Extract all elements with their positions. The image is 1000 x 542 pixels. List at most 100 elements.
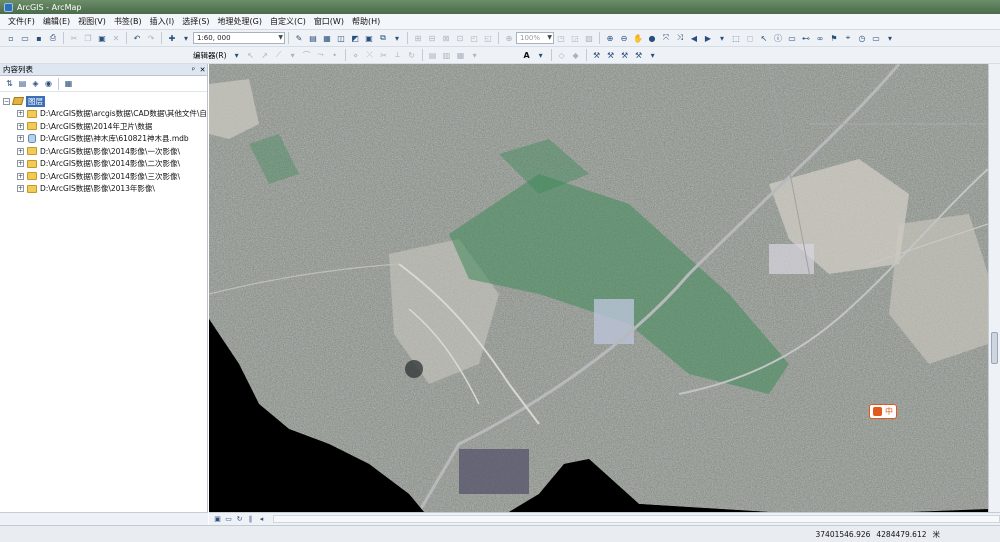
reshape-icon[interactable]: ⤫ — [364, 49, 376, 61]
zoom-in-icon[interactable]: ⊕ — [604, 32, 616, 44]
attributes-icon[interactable]: ▤ — [427, 49, 439, 61]
scrollbar-thumb[interactable] — [991, 332, 998, 364]
ime-indicator[interactable]: 中 — [869, 404, 897, 419]
layers-root-row[interactable]: − 图层 — [0, 95, 207, 108]
add-data-icon[interactable]: ✚ — [166, 32, 178, 44]
edit-tool-icon[interactable]: ↖ — [245, 49, 257, 61]
layers-root-label[interactable]: 图层 — [26, 95, 45, 107]
menu-geoprocessing[interactable]: 地理处理(G) — [214, 16, 266, 27]
data-view-icon[interactable]: ▣ — [213, 515, 222, 524]
table-of-contents-icon[interactable]: ▤ — [307, 32, 319, 44]
python-window-icon[interactable]: ▣ — [363, 32, 375, 44]
list-by-drawing-order-icon[interactable]: ⇅ — [4, 78, 15, 89]
refresh-icon[interactable]: ↻ — [235, 515, 244, 524]
menu-help[interactable]: 帮助(H) — [348, 16, 384, 27]
layer-label[interactable]: D:\ArcGIS数据\影像\2013年影像\ — [40, 183, 155, 194]
menu-customize[interactable]: 自定义(C) — [266, 16, 310, 27]
chevron-down-icon[interactable]: ▾ — [391, 32, 403, 44]
layout-tool-icon[interactable]: ⊠ — [440, 32, 452, 44]
go-to-xy-icon[interactable]: ⌖ — [842, 32, 854, 44]
layer-label[interactable]: D:\ArcGIS数据\2014年卫片\数据 — [40, 121, 152, 132]
undo-icon[interactable]: ↶ — [131, 32, 143, 44]
layout-tool-icon[interactable]: ▧ — [583, 32, 595, 44]
editor-menu[interactable]: 编辑器(R) — [190, 50, 230, 61]
expand-icon[interactable]: + — [17, 135, 24, 143]
draw-tool-icon[interactable]: ◇ — [556, 49, 568, 61]
chevron-down-icon[interactable]: ▾ — [884, 32, 896, 44]
map-scale-combo[interactable]: 1:60, 000 ▼ — [193, 32, 285, 44]
sketch-properties-icon[interactable]: ▥ — [441, 49, 453, 61]
straight-segment-icon[interactable]: ⟋ — [273, 49, 285, 61]
full-extent-globe-icon[interactable]: ● — [646, 32, 658, 44]
forward-arrow-icon[interactable]: ▶ — [702, 32, 714, 44]
end-point-arc-icon[interactable]: ⌒ — [301, 49, 313, 61]
html-popup-icon[interactable]: ▭ — [786, 32, 798, 44]
find-binoculars-icon[interactable]: ∞ — [814, 32, 826, 44]
layout-tool-icon[interactable]: ◲ — [569, 32, 581, 44]
map-horizontal-scrollbar[interactable] — [273, 515, 1000, 523]
back-arrow-icon[interactable]: ◀ — [688, 32, 700, 44]
list-by-visibility-icon[interactable]: ◈ — [30, 78, 41, 89]
chevron-down-icon[interactable]: ▾ — [535, 49, 547, 61]
new-document-icon[interactable]: ▫ — [5, 32, 17, 44]
chevron-down-icon[interactable]: ▾ — [716, 32, 728, 44]
zoom-out-icon[interactable]: ⊖ — [618, 32, 630, 44]
expand-icon[interactable]: + — [17, 110, 24, 118]
pan-hand-icon[interactable]: ✋ — [632, 32, 644, 44]
menu-bookmarks[interactable]: 书签(B) — [110, 16, 146, 27]
menu-insert[interactable]: 插入(I) — [146, 16, 179, 27]
layout-tool-icon[interactable]: ◰ — [468, 32, 480, 44]
collapse-icon[interactable]: − — [3, 97, 10, 105]
search-window-icon[interactable]: ◫ — [335, 32, 347, 44]
save-icon[interactable]: ▪ — [33, 32, 45, 44]
layout-tool-icon[interactable]: ⊡ — [454, 32, 466, 44]
identify-icon[interactable]: ⓘ — [772, 32, 784, 44]
hammer-tool-icon[interactable]: ⚒ — [605, 49, 617, 61]
menu-view[interactable]: 视图(V) — [74, 16, 110, 27]
editor-toolbar-icon[interactable]: ✎ — [293, 32, 305, 44]
expand-icon[interactable]: + — [17, 147, 24, 155]
create-viewer-window-icon[interactable]: ▭ — [870, 32, 882, 44]
layer-row[interactable]: + D:\ArcGIS数据\arcgis数据\CAD数据\其他文件\自 — [0, 108, 207, 121]
expand-icon[interactable]: + — [17, 185, 24, 193]
toolbox-icon[interactable]: ◩ — [349, 32, 361, 44]
expand-icon[interactable]: + — [17, 172, 24, 180]
hammer-tool-icon[interactable]: ⚒ — [633, 49, 645, 61]
layer-label[interactable]: D:\ArcGIS数据\arcgis数据\CAD数据\其他文件\自 — [40, 108, 207, 119]
trace-icon[interactable]: ⤳ — [315, 49, 327, 61]
measure-icon[interactable]: ⊷ — [800, 32, 812, 44]
print-icon[interactable]: ⎙ — [47, 32, 59, 44]
layer-label[interactable]: D:\ArcGIS数据\影像\2014影像\二次影像\ — [40, 158, 180, 169]
layer-row[interactable]: + D:\ArcGIS数据\影像\2014影像\一次影像\ — [0, 145, 207, 158]
catalog-icon[interactable]: ▦ — [321, 32, 333, 44]
layer-label[interactable]: D:\ArcGIS数据\神木库\610821神木县.mdb — [40, 133, 189, 144]
find-route-icon[interactable]: ⚑ — [828, 32, 840, 44]
map-display[interactable]: 中 — [209, 64, 988, 512]
menu-selection[interactable]: 选择(S) — [178, 16, 213, 27]
chevron-down-icon[interactable]: ▾ — [647, 49, 659, 61]
layer-row[interactable]: + D:\ArcGIS数据\神木库\610821神木县.mdb — [0, 133, 207, 146]
layer-row[interactable]: + D:\ArcGIS数据\影像\2014影像\二次影像\ — [0, 158, 207, 171]
delete-icon[interactable]: ✕ — [110, 32, 122, 44]
time-slider-icon[interactable]: ◷ — [856, 32, 868, 44]
rotate-icon[interactable]: ↻ — [406, 49, 418, 61]
split-icon[interactable]: ⟂ — [392, 49, 404, 61]
layout-view-icon[interactable]: ▭ — [224, 515, 233, 524]
scroll-left-icon[interactable]: ◂ — [257, 515, 266, 524]
close-icon[interactable]: ✕ — [198, 66, 207, 74]
create-features-icon[interactable]: ▦ — [455, 49, 467, 61]
chevron-down-icon[interactable]: ▾ — [469, 49, 481, 61]
chevron-down-icon[interactable]: ▾ — [180, 32, 192, 44]
open-folder-icon[interactable]: ▭ — [19, 32, 31, 44]
layer-row[interactable]: + D:\ArcGIS数据\影像\2013年影像\ — [0, 183, 207, 196]
layout-tool-icon[interactable]: ⊟ — [426, 32, 438, 44]
page-zoom-icon[interactable]: ⊕ — [503, 32, 515, 44]
copy-icon[interactable]: ❐ — [82, 32, 94, 44]
redo-icon[interactable]: ↷ — [145, 32, 157, 44]
layout-zoom-combo[interactable]: 100% ▼ — [516, 32, 554, 44]
expand-icon[interactable]: + — [17, 160, 24, 168]
text-tool-icon[interactable]: A — [521, 49, 533, 61]
expand-icon[interactable]: + — [17, 122, 24, 130]
layout-tool-icon[interactable]: ⊞ — [412, 32, 424, 44]
layout-tool-icon[interactable]: ◳ — [555, 32, 567, 44]
